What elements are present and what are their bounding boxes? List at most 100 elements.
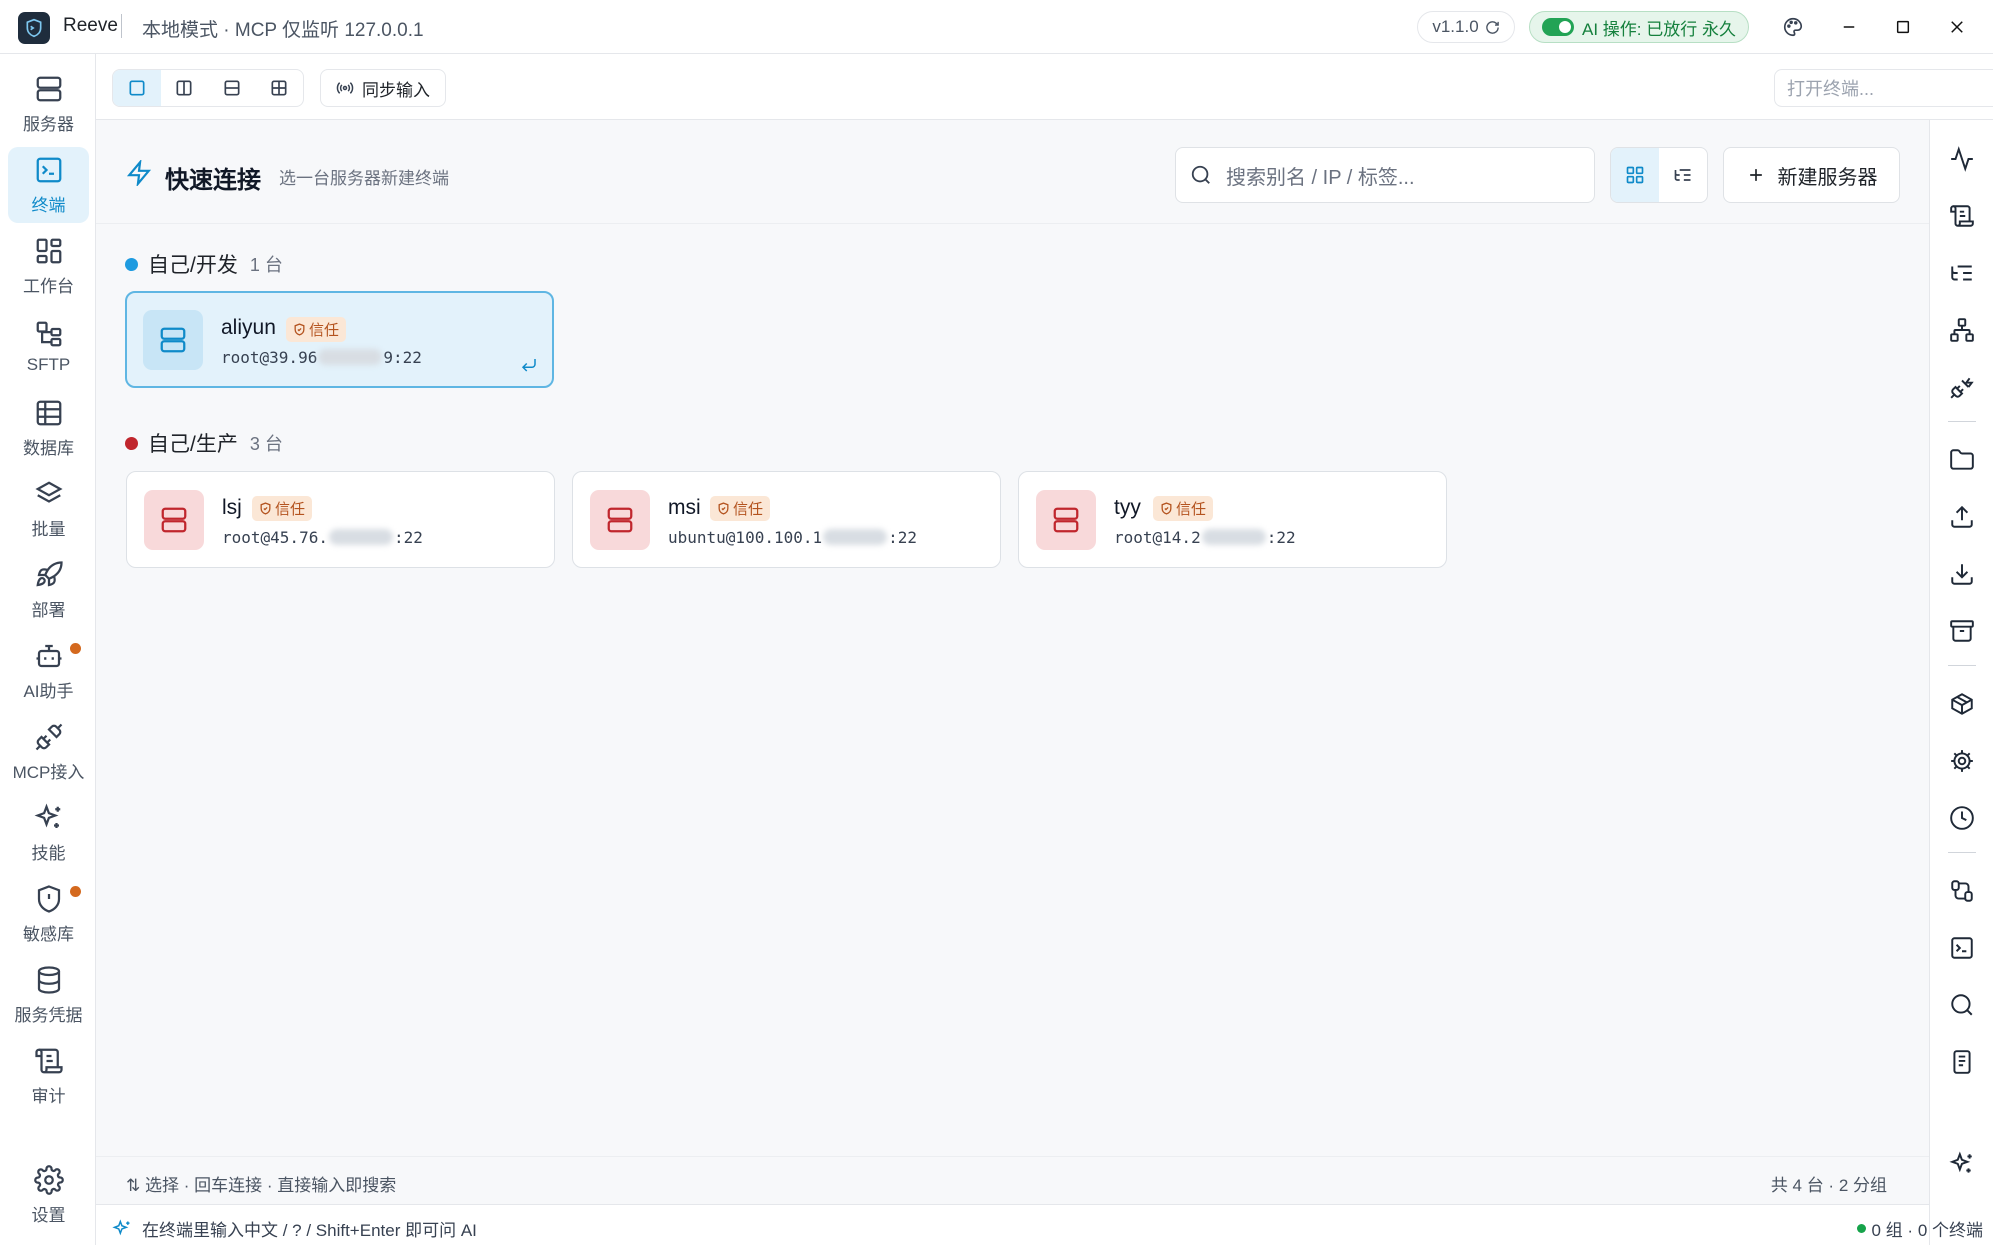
plus-icon — [1749, 169, 1762, 181]
scroll-icon — [34, 1048, 63, 1073]
view-mode-toggle — [1610, 147, 1708, 203]
sidebar-item-terminal[interactable]: 终端 — [8, 147, 89, 223]
plug-zap-icon[interactable] — [1948, 373, 1976, 401]
rail-divider — [1948, 665, 1976, 666]
sidebar-item-label: 终端 — [31, 195, 66, 215]
ai-status-label: AI 操作: 已放行 永久 — [1582, 19, 1736, 39]
server-card-lsj[interactable]: lsj 信任 root@45.76.:22 — [126, 471, 555, 568]
bot-icon — [36, 644, 61, 667]
app-logo-icon — [18, 12, 50, 44]
sidebar-item-settings[interactable]: 设置 — [8, 1157, 89, 1233]
open-terminal-select[interactable]: 打开终端... — [1774, 69, 1993, 107]
sidebar-item-deploy[interactable]: 部署 — [8, 552, 89, 628]
ai-permission-toggle[interactable]: AI 操作: 已放行 永久 — [1529, 11, 1749, 43]
sidebar-item-label: 设置 — [31, 1205, 66, 1225]
rocket-icon — [35, 560, 63, 586]
folder-icon[interactable] — [1948, 446, 1976, 474]
download-icon[interactable] — [1948, 560, 1976, 588]
sidebar-item-workbench[interactable]: 工作台 — [8, 228, 89, 304]
server-icon — [143, 310, 203, 370]
server-icon — [36, 76, 61, 101]
sidebar-item-audit[interactable]: 审计 — [8, 1038, 89, 1114]
maximize-icon[interactable] — [1890, 14, 1916, 40]
sidebar-item-skills[interactable]: 技能 — [8, 795, 89, 871]
layers-icon — [34, 480, 63, 503]
broadcast-icon — [336, 82, 354, 94]
sidebar-item-database[interactable]: 数据库 — [8, 390, 89, 466]
server-count-summary: 共 4 台 · 2 分组 — [1770, 1176, 1887, 1195]
list-tree-icon[interactable] — [1948, 259, 1976, 287]
layout-grid-button[interactable] — [256, 70, 304, 106]
grid-view-button[interactable] — [1611, 148, 1659, 202]
layout-rows-button[interactable] — [208, 70, 256, 106]
redacted-ip — [823, 529, 888, 545]
sidebar-item-ai-assistant[interactable]: AI助手 — [8, 633, 89, 709]
version-button[interactable]: v1.1.0 — [1417, 11, 1515, 43]
sync-input-button[interactable]: 同步输入 — [320, 69, 446, 107]
redacted-ip — [1201, 529, 1266, 545]
new-server-button[interactable]: 新建服务器 — [1723, 147, 1900, 203]
redacted-ip — [318, 349, 383, 365]
gear-icon — [33, 1164, 64, 1195]
sidebar-item-batch[interactable]: 批量 — [8, 471, 89, 547]
server-card-msi[interactable]: msi 信任 ubuntu@100.100.1:22 — [572, 471, 1001, 568]
new-server-label: 新建服务器 — [1777, 166, 1878, 189]
sidebar-item-label: 敏感库 — [23, 924, 74, 944]
scroll-log-icon[interactable] — [1948, 202, 1976, 230]
trust-badge: 信任 — [252, 496, 313, 521]
terminal-toolbar: 同步输入 打开终端... — [96, 54, 1993, 120]
list-view-button[interactable] — [1659, 148, 1707, 202]
sidebar-item-mcp[interactable]: MCP接入 — [8, 714, 89, 790]
app-mode-label: 本地模式 · MCP 仅监听 127.0.0.1 — [142, 20, 424, 41]
server-name: msi — [668, 496, 701, 519]
server-icon — [590, 490, 650, 550]
server-address: root@45.76.:22 — [222, 528, 423, 547]
status-dot — [1856, 1224, 1866, 1233]
trust-badge: 信任 — [1153, 496, 1214, 521]
server-address: root@39.96 9:22 — [221, 348, 422, 367]
trust-badge-label: 信任 — [309, 322, 340, 339]
layout-single-button[interactable] — [113, 70, 161, 106]
shield-check-icon — [1161, 502, 1172, 515]
cog-icon[interactable] — [1948, 747, 1976, 775]
right-tool-rail — [1929, 120, 1993, 1245]
server-search-input[interactable]: 搜索别名 / IP / 标签... — [1175, 147, 1595, 203]
sync-input-label: 同步输入 — [362, 80, 430, 100]
list-tree-icon — [1674, 169, 1691, 181]
terminal-square-icon[interactable] — [1948, 934, 1976, 962]
search-icon[interactable] — [1948, 991, 1976, 1019]
server-address: ubuntu@100.100.1:22 — [668, 528, 918, 547]
server-name: tyy — [1114, 496, 1141, 519]
grid-icon — [271, 80, 287, 96]
sidebar-item-credentials[interactable]: 服务凭据 — [8, 957, 89, 1033]
quick-connect-header: 快速连接 选一台服务器新建终端 搜索别名 / IP / 标签... 新建服务器 — [96, 120, 1929, 224]
activity-icon[interactable] — [1948, 145, 1976, 173]
sidebar-item-sftp[interactable]: SFTP — [8, 309, 89, 385]
notebook-icon[interactable] — [1948, 1048, 1976, 1076]
sidebar-item-label: 工作台 — [23, 276, 74, 296]
archive-icon[interactable] — [1948, 617, 1976, 645]
upload-icon[interactable] — [1948, 503, 1976, 531]
keyboard-hint: ⇅ 选择 · 回车连接 · 直接输入即搜索 — [126, 1176, 397, 1195]
clock-icon[interactable] — [1948, 804, 1976, 832]
sidebar-item-servers[interactable]: 服务器 — [8, 66, 89, 142]
sparkles-icon[interactable] — [1948, 1150, 1976, 1178]
server-icon — [1036, 490, 1096, 550]
ai-hint: 在终端里输入中文 / ? / Shift+Enter 即可问 AI — [112, 1216, 477, 1241]
minimize-icon[interactable] — [1836, 14, 1862, 40]
sidebar-item-label: 服务凭据 — [14, 1005, 83, 1025]
package-icon[interactable] — [1948, 690, 1976, 718]
rail-divider — [1948, 852, 1976, 853]
server-card-tyy[interactable]: tyy 信任 root@14.2:22 — [1018, 471, 1447, 568]
palette-icon[interactable] — [1780, 14, 1806, 40]
title-bar: Reeve 本地模式 · MCP 仅监听 127.0.0.1 v1.1.0 AI… — [0, 0, 1993, 54]
network-icon[interactable] — [1948, 316, 1976, 344]
route-icon[interactable] — [1948, 877, 1976, 905]
search-placeholder: 搜索别名 / IP / 标签... — [1226, 166, 1415, 189]
sidebar-item-sensitive[interactable]: 敏感库 — [8, 876, 89, 952]
terminal-icon — [36, 157, 61, 182]
close-icon[interactable] — [1944, 14, 1970, 40]
layout-columns-button[interactable] — [161, 70, 209, 106]
server-card-aliyun[interactable]: aliyun 信任 root@39.96 9:22 — [125, 291, 554, 388]
group-header: 自己/生产 3 台 — [125, 428, 283, 458]
